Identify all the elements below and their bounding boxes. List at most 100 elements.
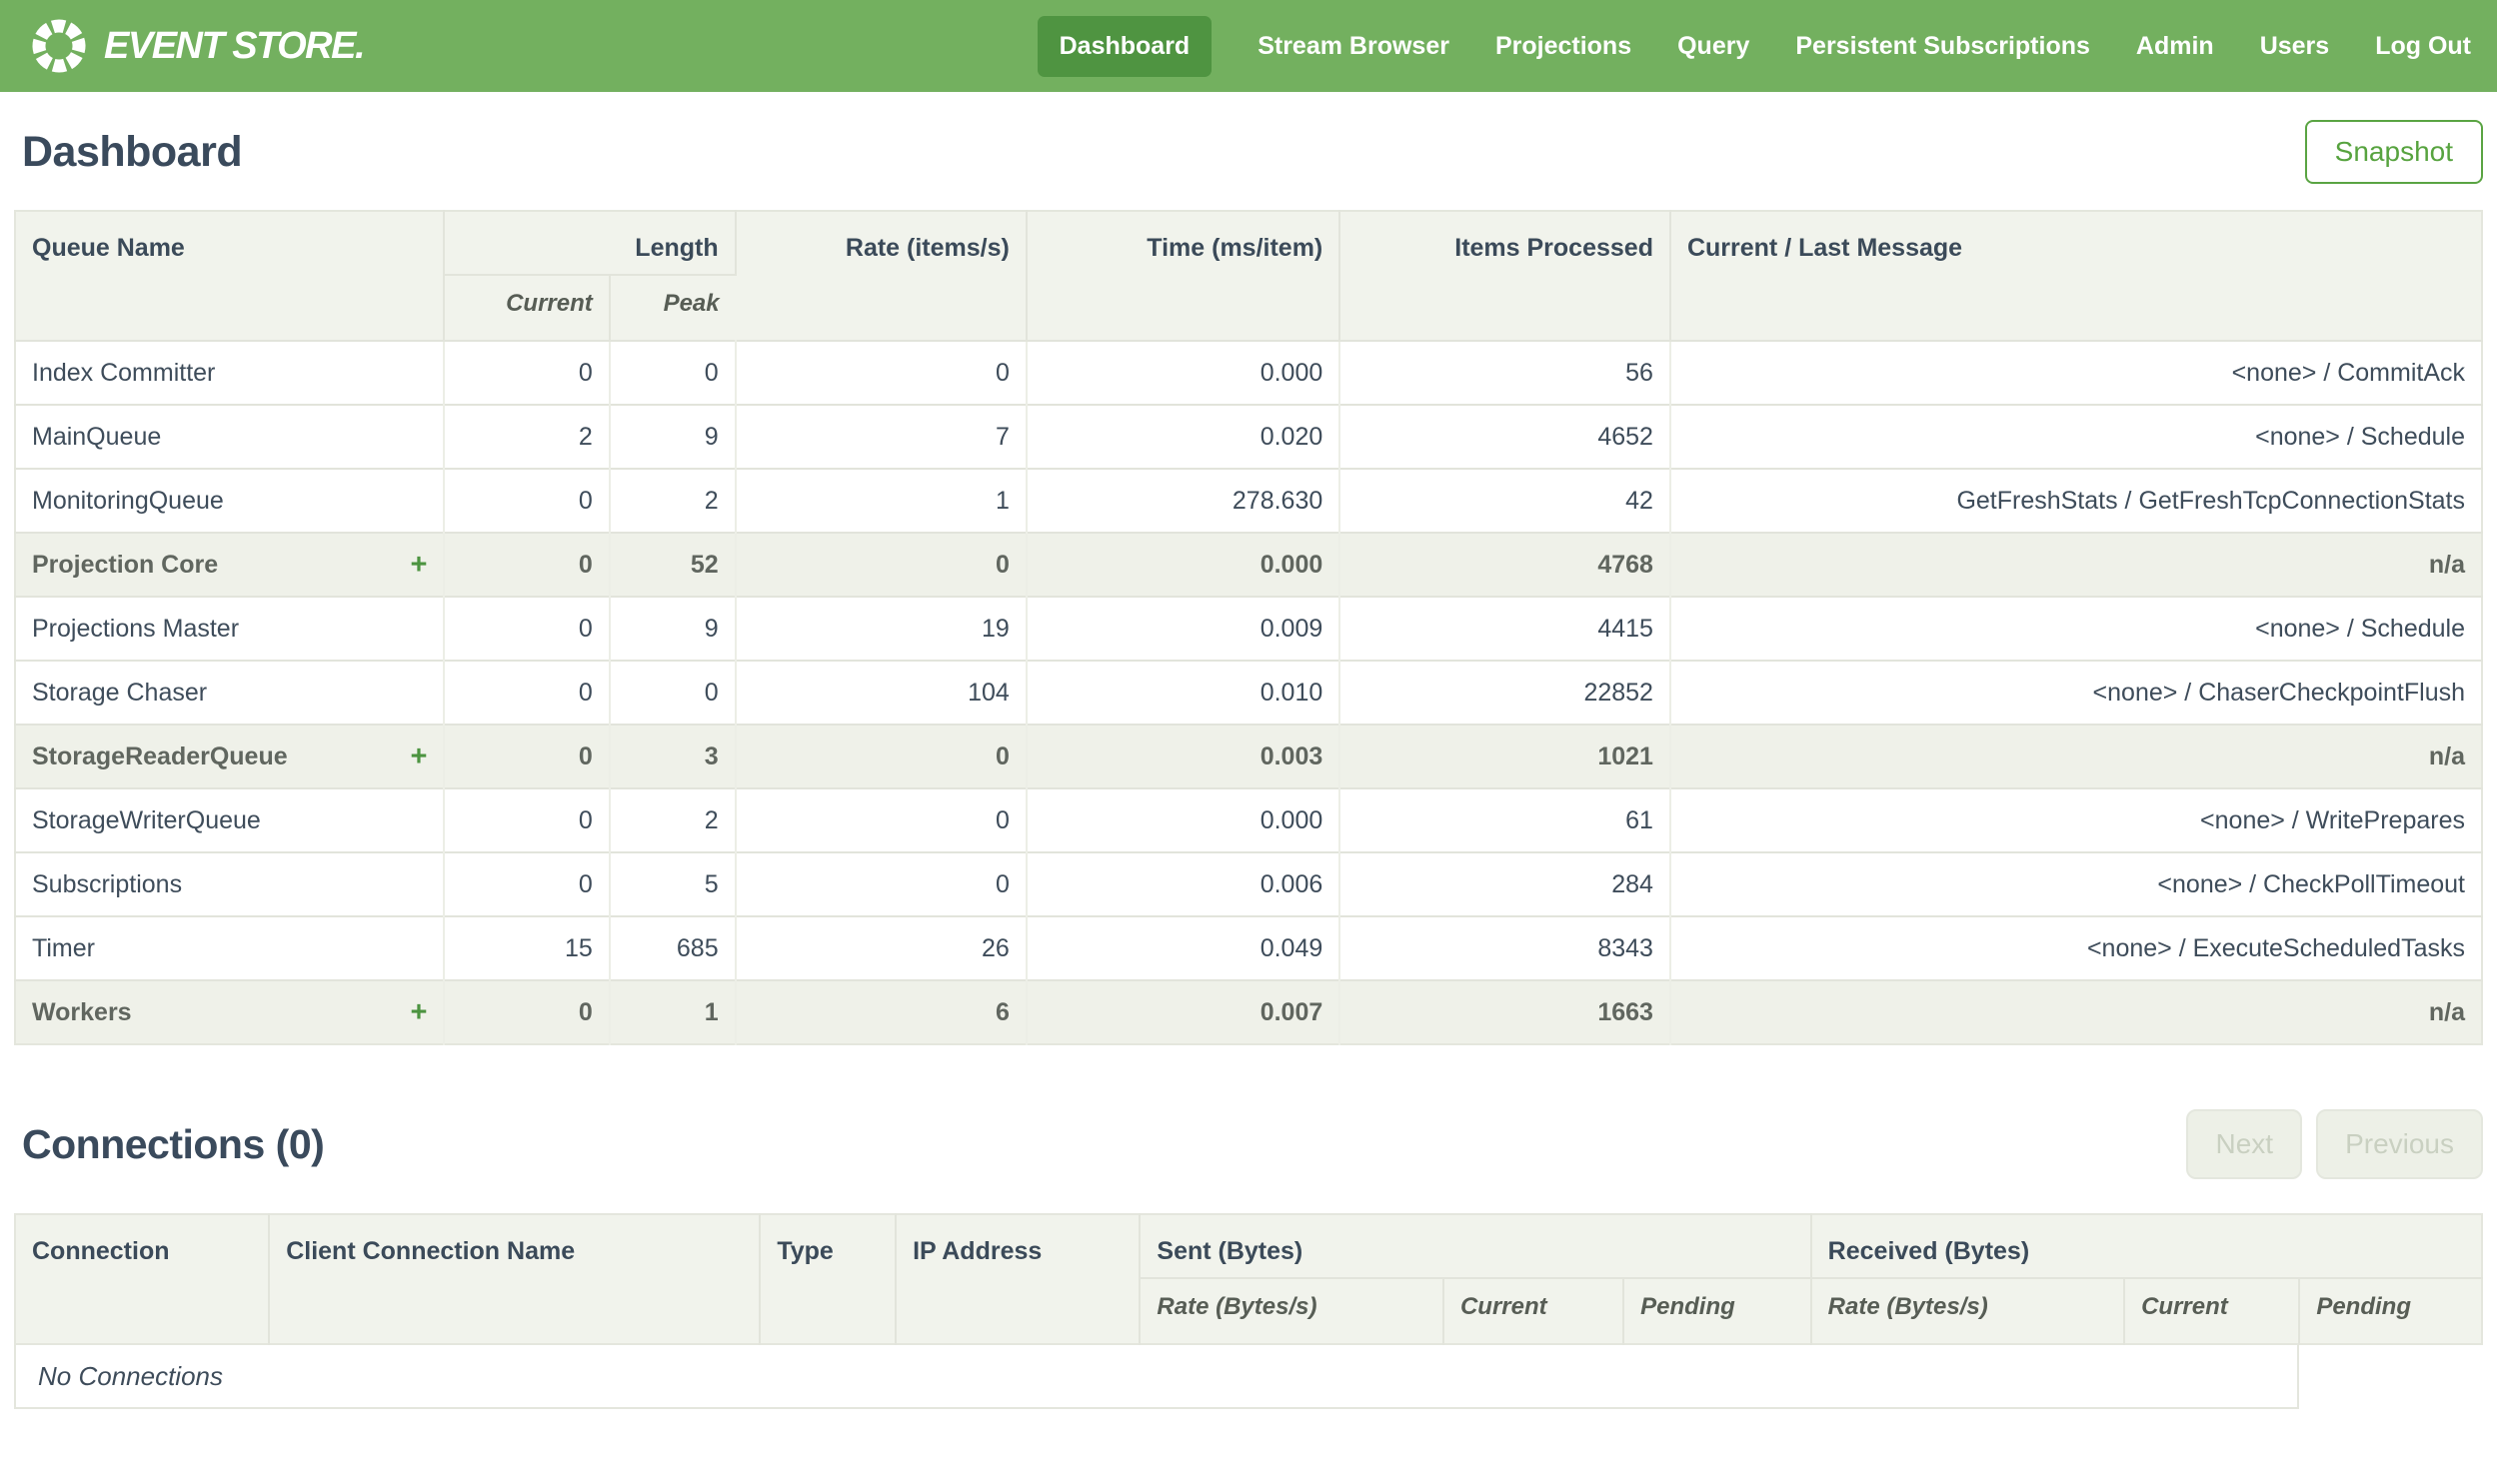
queue-row: Timer 15 685 26 0.049 8343 <none> / Exec… — [15, 915, 2482, 980]
queue-name: Index Committer — [32, 358, 216, 387]
main-content: Dashboard Snapshot Queue Name Length Rat… — [0, 120, 2497, 1409]
queue-length-current: 15 — [444, 915, 611, 980]
col-header-sent-current: Current — [1442, 1278, 1625, 1344]
queue-items-processed: 284 — [1339, 851, 1671, 916]
queue-group-row: StorageReaderQueue + 0 3 0 0.003 1021 n/… — [15, 724, 2482, 788]
queue-length-peak: 0 — [609, 660, 737, 725]
queue-length-current: 0 — [444, 532, 611, 597]
col-header-items-processed: Items Processed — [1339, 211, 1671, 341]
col-header-message: Current / Last Message — [1669, 211, 2482, 341]
queue-items-processed: 1663 — [1339, 979, 1671, 1044]
queue-length-current: 0 — [444, 979, 611, 1044]
previous-button[interactable]: Previous — [2316, 1109, 2483, 1179]
queue-rate: 104 — [735, 660, 1028, 725]
queue-rate: 6 — [735, 979, 1028, 1044]
queue-name: MainQueue — [32, 422, 162, 451]
expand-plus-icon[interactable]: + — [410, 550, 427, 580]
queue-time: 0.009 — [1026, 596, 1341, 661]
queue-message: <none> / ExecuteScheduledTasks — [1669, 915, 2482, 980]
nav-item-projections[interactable]: Projections — [1495, 16, 1631, 77]
queue-time: 0.003 — [1026, 724, 1341, 788]
queue-length-peak: 2 — [609, 468, 737, 533]
queue-group-row: Workers + 0 1 6 0.007 1663 n/a — [15, 979, 2482, 1044]
queue-length-peak: 685 — [609, 915, 737, 980]
queues-table-body: Index Committer 0 0 0 0.000 56 <none> / … — [15, 340, 2482, 1044]
brand-logo[interactable]: EVENT STORE. — [30, 17, 366, 75]
col-header-sent-bytes: Sent (Bytes) — [1140, 1214, 1812, 1279]
connections-pager: Next Previous — [2186, 1109, 2483, 1179]
queue-name: MonitoringQueue — [32, 486, 224, 515]
col-header-connection: Connection — [15, 1214, 271, 1344]
col-header-client-connection-name: Client Connection Name — [269, 1214, 762, 1344]
queue-rate: 26 — [735, 915, 1028, 980]
queue-time: 0.020 — [1026, 404, 1341, 469]
queue-items-processed: 4652 — [1339, 404, 1671, 469]
connections-table: Connection Client Connection Name Type I… — [14, 1213, 2483, 1345]
connections-table-header: Connection Client Connection Name Type I… — [15, 1214, 2482, 1344]
queue-row: Subscriptions 0 5 0 0.006 284 <none> / C… — [15, 851, 2482, 916]
col-header-time: Time (ms/item) — [1026, 211, 1341, 341]
next-button[interactable]: Next — [2186, 1109, 2303, 1179]
queue-message: GetFreshStats / GetFreshTcpConnectionSta… — [1669, 468, 2482, 533]
queue-name: StorageWriterQueue — [32, 805, 261, 834]
col-header-rate: Rate (items/s) — [735, 211, 1028, 341]
nav-item-log-out[interactable]: Log Out — [2375, 16, 2471, 77]
queue-name: Subscriptions — [32, 869, 183, 898]
brand-logo-text: EVENT STORE. — [104, 24, 366, 67]
nav-item-stream-browser[interactable]: Stream Browser — [1257, 16, 1449, 77]
queue-message: <none> / CheckPollTimeout — [1669, 851, 2482, 916]
queue-rate: 0 — [735, 340, 1028, 405]
queue-length-current: 0 — [444, 787, 611, 852]
queue-length-peak: 0 — [609, 340, 737, 405]
queue-name: StorageReaderQueue — [32, 742, 288, 770]
queue-length-peak: 5 — [609, 851, 737, 916]
queue-group-row: Projection Core + 0 52 0 0.000 4768 n/a — [15, 532, 2482, 597]
queue-length-current: 0 — [444, 468, 611, 533]
queue-length-peak: 9 — [609, 596, 737, 661]
queue-rate: 0 — [735, 851, 1028, 916]
expand-plus-icon[interactable]: + — [410, 997, 427, 1027]
queue-rate: 0 — [735, 724, 1028, 788]
queue-row: Storage Chaser 0 0 104 0.010 22852 <none… — [15, 660, 2482, 725]
col-header-length-current: Current — [444, 275, 611, 341]
queue-rate: 7 — [735, 404, 1028, 469]
queue-items-processed: 4768 — [1339, 532, 1671, 597]
queue-rate: 19 — [735, 596, 1028, 661]
nav-item-admin[interactable]: Admin — [2136, 16, 2214, 77]
expand-plus-icon[interactable]: + — [410, 742, 427, 771]
queue-message: n/a — [1669, 724, 2482, 788]
queue-row: Index Committer 0 0 0 0.000 56 <none> / … — [15, 340, 2482, 405]
nav-item-users[interactable]: Users — [2260, 16, 2330, 77]
nav-item-dashboard[interactable]: Dashboard — [1037, 15, 1213, 77]
queue-name: Workers — [32, 997, 132, 1026]
col-header-length: Length — [444, 211, 737, 276]
nav-item-query[interactable]: Query — [1677, 16, 1749, 77]
snapshot-button[interactable]: Snapshot — [2304, 120, 2483, 184]
queue-name: Storage Chaser — [32, 678, 208, 707]
queue-time: 0.000 — [1026, 787, 1341, 852]
queue-rate: 0 — [735, 532, 1028, 597]
col-header-length-peak: Peak — [609, 275, 736, 341]
col-header-received-current: Current — [2124, 1278, 2301, 1344]
queue-length-current: 2 — [444, 404, 611, 469]
col-header-type: Type — [760, 1214, 898, 1344]
queue-items-processed: 61 — [1339, 787, 1671, 852]
top-navigation-bar: EVENT STORE. Dashboard Stream Browser Pr… — [0, 0, 2497, 92]
col-header-ip-address: IP Address — [896, 1214, 1142, 1344]
queue-name: Projections Master — [32, 614, 240, 643]
queue-message: <none> / Schedule — [1669, 404, 2482, 469]
queue-items-processed: 56 — [1339, 340, 1671, 405]
queue-length-current: 0 — [444, 596, 611, 661]
queue-rate: 1 — [735, 468, 1028, 533]
queues-table: Queue Name Length Rate (items/s) Time (m… — [14, 210, 2483, 1045]
queue-items-processed: 42 — [1339, 468, 1671, 533]
queue-length-current: 0 — [444, 340, 611, 405]
no-connections-text: No Connections — [38, 1360, 223, 1391]
event-store-logo-icon — [32, 19, 86, 73]
queue-items-processed: 22852 — [1339, 660, 1671, 725]
nav-item-persistent-subscriptions[interactable]: Persistent Subscriptions — [1795, 16, 2090, 77]
queue-rate: 0 — [735, 787, 1028, 852]
col-header-received-rate: Rate (Bytes/s) — [1810, 1278, 2126, 1344]
col-header-sent-rate: Rate (Bytes/s) — [1140, 1278, 1444, 1344]
queue-message: n/a — [1669, 532, 2482, 597]
